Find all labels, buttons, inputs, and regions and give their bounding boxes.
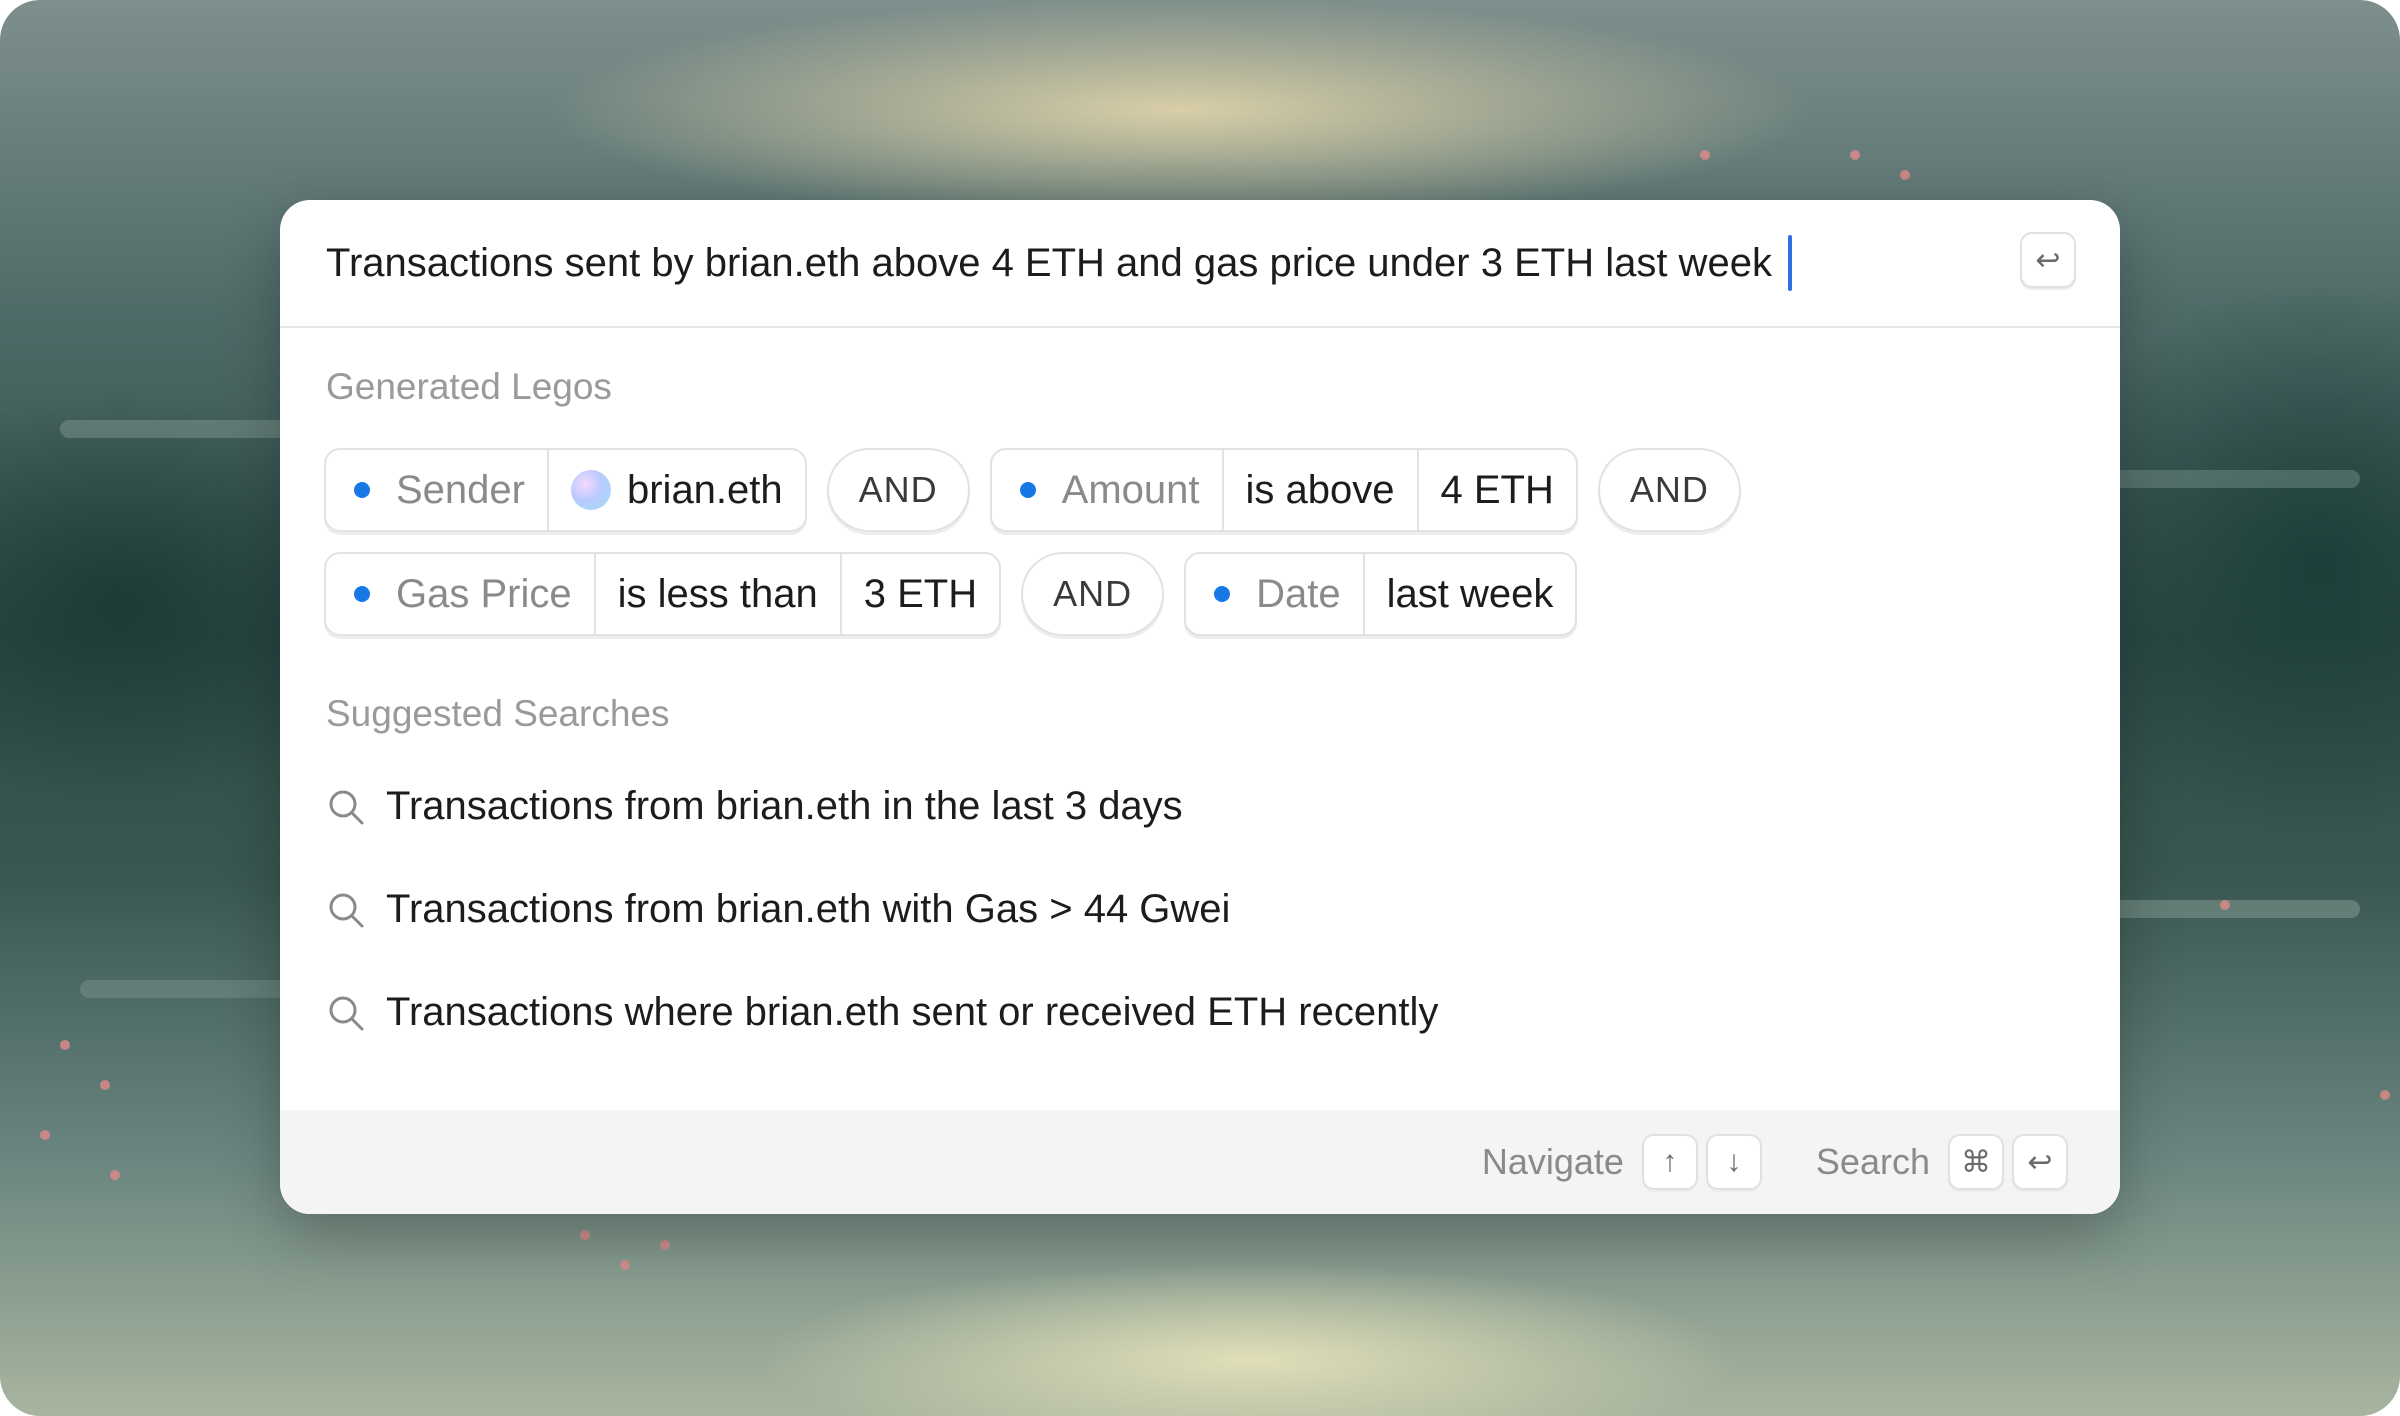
- gas-price-value[interactable]: 3 ETH: [842, 554, 999, 634]
- amount-lego[interactable]: Amount is above 4 ETH: [989, 448, 1578, 532]
- field-bullet-icon: [1214, 586, 1231, 602]
- avatar: [570, 470, 611, 510]
- field-bullet-icon: [1019, 482, 1036, 498]
- amount-field[interactable]: Amount: [992, 450, 1224, 530]
- text-caret: [1787, 235, 1792, 291]
- sender-lego[interactable]: Sender brian.eth: [324, 448, 807, 532]
- and-operator[interactable]: AND: [1597, 448, 1741, 532]
- amount-operator[interactable]: is above: [1224, 450, 1419, 530]
- suggested-search-item[interactable]: Transactions where brian.eth sent or rec…: [326, 990, 1438, 1035]
- amount-value[interactable]: 4 ETH: [1419, 450, 1576, 530]
- sender-field[interactable]: Sender: [326, 450, 549, 530]
- date-lego[interactable]: Date last week: [1184, 552, 1578, 636]
- suggested-search-item[interactable]: Transactions from brian.eth in the last …: [326, 784, 1183, 829]
- gas-price-operator[interactable]: is less than: [596, 554, 842, 634]
- and-operator[interactable]: AND: [1021, 552, 1165, 636]
- query-input[interactable]: Transactions sent by brian.eth above 4 E…: [326, 241, 1772, 286]
- command-key-icon: ⌘: [1948, 1134, 2004, 1190]
- lego-row-2: Gas Price is less than 3 ETH AND Date la…: [324, 552, 1578, 636]
- arrow-up-icon: ↑: [1641, 1134, 1698, 1190]
- gas-price-field[interactable]: Gas Price: [326, 554, 596, 634]
- field-bullet-icon: [354, 482, 370, 498]
- generated-legos-label: Generated Legos: [326, 366, 612, 407]
- arrow-down-icon: ↓: [1705, 1134, 1762, 1190]
- suggested-search-item[interactable]: Transactions from brian.eth with Gas > 4…: [326, 887, 1230, 932]
- search-panel: Transactions sent by brian.eth above 4 E…: [280, 200, 2120, 1214]
- date-value[interactable]: last week: [1365, 554, 1576, 634]
- search-label: Search: [1815, 1141, 1930, 1182]
- date-field[interactable]: Date: [1186, 554, 1365, 634]
- suggested-searches-label: Suggested Searches: [326, 693, 670, 734]
- query-bar[interactable]: Transactions sent by brian.eth above 4 E…: [280, 200, 2120, 328]
- enter-icon[interactable]: ↩: [2020, 232, 2076, 288]
- and-operator[interactable]: AND: [826, 448, 970, 532]
- search-icon: [329, 996, 364, 1030]
- lego-row-1: Sender brian.eth AND Amount is above 4 E…: [324, 448, 1741, 532]
- field-bullet-icon: [354, 586, 370, 602]
- keyboard-hints-footer: Navigate ↑ ↓ Search ⌘ ↩: [280, 1110, 2120, 1214]
- search-icon: [329, 893, 364, 927]
- sender-value[interactable]: brian.eth: [549, 450, 805, 530]
- navigate-label: Navigate: [1481, 1141, 1624, 1182]
- search-icon: [329, 790, 364, 824]
- gas-price-lego[interactable]: Gas Price is less than 3 ETH: [324, 552, 1002, 636]
- enter-key-icon: ↩: [2012, 1134, 2068, 1190]
